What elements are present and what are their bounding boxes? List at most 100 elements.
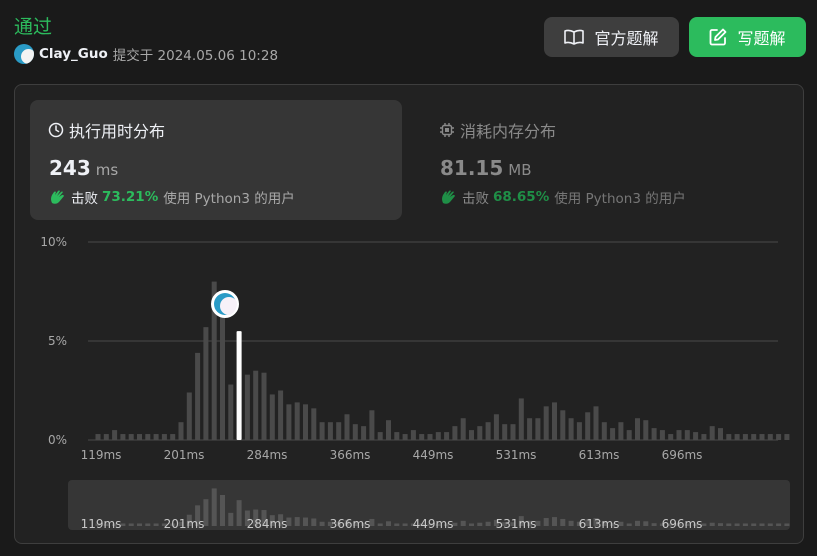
write-solution-label: 写题解 (737, 29, 786, 48)
histogram-bar (460, 418, 466, 440)
histogram-bar (186, 392, 192, 440)
histogram-bar (543, 406, 549, 440)
histogram-bar (203, 327, 209, 440)
mini-bar (377, 523, 383, 526)
histogram-bar (659, 430, 665, 440)
mini-bar (319, 521, 325, 526)
histogram-bar (518, 398, 524, 440)
mini-bar (303, 517, 308, 526)
histogram-bar (120, 434, 126, 440)
histogram-bar (767, 434, 773, 440)
mini-bar (311, 518, 317, 526)
histogram-bar (726, 434, 732, 440)
mini-x-tick-label: 366ms (330, 517, 371, 531)
edit-icon (710, 28, 727, 46)
mini-x-tick-label: 119ms (81, 517, 122, 531)
histogram-bar (601, 422, 607, 440)
histogram-bar (693, 432, 699, 440)
official-solution-label: 官方题解 (594, 29, 659, 48)
histogram-bar (635, 418, 640, 440)
mini-bar (776, 523, 782, 526)
histogram-bar (253, 370, 259, 440)
mini-x-tick-label: 449ms (413, 517, 454, 531)
histogram-bar (643, 420, 649, 440)
histogram-bar (435, 432, 441, 440)
mini-x-tick-label: 284ms (247, 517, 288, 531)
histogram-bar (485, 422, 491, 440)
mini-bar (153, 523, 159, 526)
histogram-bar (278, 390, 284, 440)
histogram-bar (344, 414, 350, 440)
histogram-bar (751, 434, 757, 440)
histogram-bar (776, 434, 782, 440)
submitted-time: 提交于 2024.05.06 10:28 (112, 48, 279, 64)
mini-bar (128, 523, 134, 526)
histogram-bar (684, 430, 690, 440)
mini-bar (228, 512, 234, 526)
user-avatar[interactable] (14, 44, 34, 64)
histogram-bar (261, 372, 267, 440)
mini-bar (220, 494, 225, 526)
histogram-bar (502, 424, 508, 440)
histogram-bar (178, 422, 184, 440)
histogram-bar (369, 410, 375, 440)
x-tick-label: 201ms (164, 448, 205, 462)
histogram-bar (701, 434, 707, 440)
histogram-bar (510, 424, 516, 440)
mini-bar (137, 523, 142, 526)
histogram-bar (535, 418, 541, 440)
histogram-bar (145, 434, 151, 440)
mini-bar (294, 517, 300, 526)
histogram-bar (269, 394, 275, 440)
histogram-bar (610, 428, 616, 440)
mini-bar (560, 518, 566, 526)
mini-bar (759, 523, 765, 526)
histogram-bar (419, 434, 425, 440)
official-solution-button[interactable]: 官方题解 (544, 17, 679, 57)
histogram-bar (170, 434, 176, 440)
histogram-bar (784, 434, 790, 440)
mini-bar (145, 523, 151, 526)
result-panel: 执行用时分布 243 ms 击败 73.21% 使用 Python3 的用户 消耗… (14, 84, 804, 544)
histogram-bar (394, 432, 400, 440)
user-position-marker (211, 290, 239, 318)
mini-bar (211, 488, 217, 526)
mini-bar (651, 523, 657, 526)
histogram-bar (244, 374, 250, 440)
mini-bar (236, 500, 242, 526)
mini-bar (626, 523, 632, 526)
histogram-bar (161, 434, 167, 440)
mini-bar (552, 517, 557, 526)
x-tick-label: 284ms (247, 448, 288, 462)
histogram-bar (410, 430, 416, 440)
x-tick-label: 696ms (662, 448, 703, 462)
histogram-bar (137, 434, 142, 440)
mini-bar (469, 523, 474, 526)
histogram-bar (153, 434, 159, 440)
histogram-bar (402, 434, 408, 440)
histogram-bar (742, 434, 748, 440)
histogram-bar (493, 414, 499, 440)
mini-bar (402, 523, 408, 526)
write-solution-button[interactable]: 写题解 (689, 17, 806, 57)
mini-bar (394, 523, 400, 526)
histogram-bar (626, 430, 632, 440)
mini-bar (635, 520, 640, 526)
mini-bar (734, 523, 740, 526)
histogram-bar (568, 418, 574, 440)
mini-bar (460, 520, 466, 526)
mini-x-tick-label: 696ms (662, 517, 703, 531)
submission-info: Clay_Guo 提交于 2024.05.06 10:28 (14, 44, 278, 64)
histogram-bar (734, 434, 740, 440)
histogram-bar (452, 426, 458, 440)
y-tick-label: 10% (40, 235, 67, 249)
x-tick-label: 366ms (330, 448, 371, 462)
username-link[interactable]: Clay_Guo (39, 46, 108, 62)
mini-bar (726, 523, 732, 526)
mini-bar (543, 518, 549, 526)
histogram-bar (593, 406, 599, 440)
mini-bar (643, 521, 649, 526)
histogram-bar (327, 422, 333, 440)
histogram-bar (95, 434, 101, 440)
mini-bar (568, 520, 574, 526)
